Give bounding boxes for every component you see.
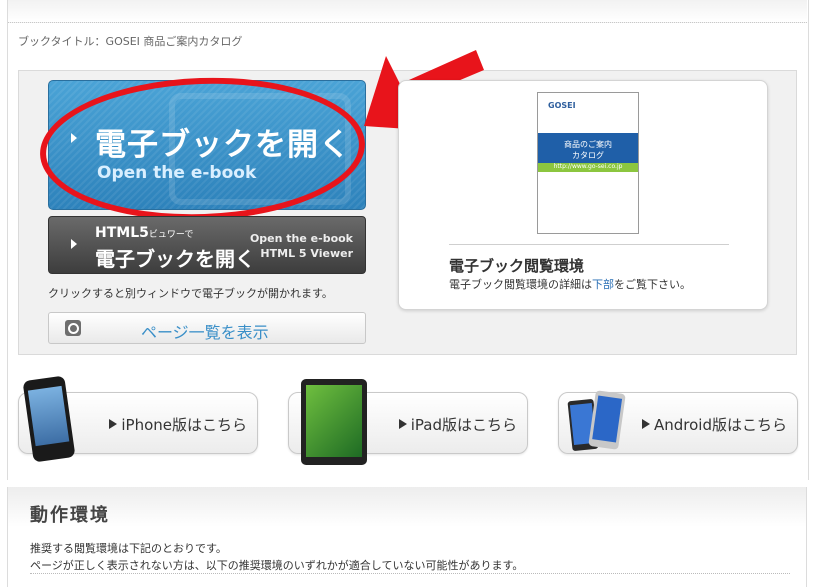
env-note: 電子ブック閲覧環境の詳細は下部をご覧下さい。 [449,278,691,291]
html5-label-line2: 電子ブックを開く [95,247,255,271]
book-title: ブックタイトル：GOSEI 商品ご案内カタログ [18,35,243,48]
triangle-icon [642,419,650,429]
play-arrow-icon [71,239,77,249]
section-paragraph-2: ページが正しく表示されない方は、以下の推奨環境のいずれかが適合していない可能性が… [30,559,524,572]
dotted-divider [30,573,790,574]
ipad-label: iPad版はこちら [398,414,517,435]
env-details-link[interactable]: 下部 [592,278,614,291]
html5-label-en-line1: Open the e-book [249,232,353,245]
magnifier-icon [65,320,81,336]
environment-section: 動作環境 推奨する閲覧環境は下記のとおりです。 ページが正しく表示されない方は、… [7,487,807,587]
html5-label-en-line2: HTML 5 Viewer [260,247,353,260]
android-phones-icon [567,390,630,454]
section-title: 動作環境 [30,505,110,526]
cover-title-line2: カタログ [572,151,604,160]
page-list-label: ページ一覧を表示 [141,323,269,342]
page-list-button[interactable]: ページ一覧を表示 [48,312,366,344]
env-title: 電子ブック閲覧環境 [449,257,585,275]
triangle-icon [109,419,118,429]
book-cover-thumbnail[interactable]: GOSEI 商品のご案内 カタログ http://www.go-sei.co.j… [537,92,639,234]
cover-title-line1: 商品のご案内 [564,140,612,149]
iphone-label: iPhone版はこちら [109,414,247,435]
android-label: Android版はこちら [642,414,787,435]
open-html5-viewer-button[interactable]: HTML5ビュワーで 電子ブックを開く Open the e-book HTML… [48,216,366,274]
ipad-icon [301,379,367,465]
cover-logo: GOSEI [548,101,576,110]
top-gradient-bar [8,0,807,23]
cover-url: http://www.go-sei.co.jp [553,163,623,170]
triangle-icon [398,419,407,429]
section-paragraph-1: 推奨する閲覧環境は下記のとおりです。 [30,542,227,555]
new-window-note: クリックすると別ウィンドウで電子ブックが開かれます。 [48,287,333,300]
html5-label-line1: HTML5ビュワーで [95,225,194,241]
divider [449,244,729,245]
